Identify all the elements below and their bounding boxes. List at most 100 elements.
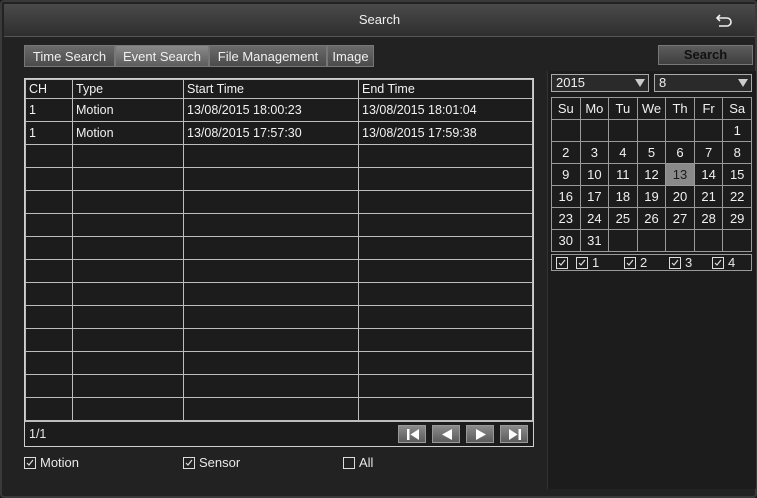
channel-1[interactable]: 1 [576, 256, 599, 270]
column-header-start-time: Start Time [183, 79, 359, 99]
channel-3[interactable]: 3 [669, 256, 692, 270]
calendar-day[interactable]: 5 [636, 141, 667, 164]
channel-3-checkbox[interactable] [669, 257, 681, 269]
cell-type: Motion [72, 121, 184, 145]
calendar-day[interactable]: 7 [693, 141, 724, 164]
calendar-day[interactable]: 21 [693, 185, 724, 208]
calendar-day[interactable]: 2 [551, 141, 581, 164]
calendar-day[interactable]: 20 [665, 185, 695, 208]
channel-all[interactable] [556, 256, 572, 270]
channel-4[interactable]: 4 [712, 256, 735, 270]
calendar-day[interactable]: 29 [722, 207, 752, 230]
cell-ch: 1 [25, 98, 73, 122]
table-row[interactable]: 1 Motion 13/08/2015 18:00:23 13/08/2015 … [25, 98, 533, 122]
column-header-type: Type [72, 79, 184, 99]
cell-end-time: 13/08/2015 18:01:04 [358, 98, 533, 122]
cell-ch: 1 [25, 121, 73, 145]
calendar-day[interactable]: 14 [693, 163, 724, 186]
weekday-label: Tu [608, 97, 638, 120]
check-icon [26, 459, 34, 466]
channel-4-checkbox[interactable] [712, 257, 724, 269]
table-row-empty [25, 144, 533, 168]
next-page-button[interactable] [466, 425, 494, 443]
filter-all-label: All [359, 455, 374, 470]
check-icon [671, 259, 679, 266]
title-bar: Search [4, 4, 755, 37]
table-row-empty [25, 282, 533, 306]
calendar-day[interactable]: 23 [551, 207, 581, 230]
check-icon [558, 259, 566, 266]
year-select[interactable]: 2015 [551, 74, 649, 92]
tab-image[interactable]: Image [327, 45, 374, 67]
table-row-empty [25, 397, 533, 421]
previous-page-button[interactable] [432, 425, 460, 443]
calendar-day[interactable]: 19 [636, 185, 667, 208]
table-row-empty [25, 190, 533, 214]
page-indicator: 1/1 [29, 427, 47, 441]
calendar-week: 1 [551, 119, 752, 142]
calendar-day[interactable]: 11 [608, 163, 638, 186]
calendar-day[interactable]: 18 [608, 185, 638, 208]
sensor-checkbox[interactable] [183, 457, 195, 469]
calendar-day[interactable]: 9 [551, 163, 581, 186]
channel-1-checkbox[interactable] [576, 257, 588, 269]
chevron-down-icon [738, 79, 748, 87]
channel-2-checkbox[interactable] [624, 257, 636, 269]
calendar-day[interactable]: 28 [693, 207, 724, 230]
table-row[interactable]: 1 Motion 13/08/2015 17:57:30 13/08/2015 … [25, 121, 533, 145]
calendar-day[interactable]: 1 [722, 119, 752, 142]
back-icon[interactable] [715, 11, 733, 29]
channel-all-checkbox[interactable] [556, 257, 568, 269]
all-checkbox[interactable] [343, 457, 355, 469]
check-icon [626, 259, 634, 266]
calendar-week: 2 3 4 5 6 7 8 [551, 141, 752, 164]
cell-start-time: 13/08/2015 17:57:30 [183, 121, 359, 145]
calendar-day[interactable]: 27 [665, 207, 695, 230]
calendar-day[interactable]: 22 [722, 185, 752, 208]
calendar-day[interactable]: 26 [636, 207, 667, 230]
calendar-day[interactable]: 31 [579, 229, 610, 252]
channel-2[interactable]: 2 [624, 256, 647, 270]
calendar-day[interactable]: 6 [665, 141, 695, 164]
filter-motion[interactable]: Motion [24, 454, 79, 472]
calendar-day[interactable]: 12 [636, 163, 667, 186]
weekday-header: Su Mo Tu We Th Fr Sa [551, 97, 752, 120]
calendar-grid: Su Mo Tu We Th Fr Sa 1 2 3 4 5 6 7 8 9 1… [551, 97, 752, 252]
tab-file-management[interactable]: File Management [209, 45, 327, 67]
calendar-day[interactable]: 24 [579, 207, 610, 230]
last-page-icon [509, 429, 521, 440]
calendar-day[interactable]: 25 [608, 207, 638, 230]
tab-event-search[interactable]: Event Search [115, 45, 209, 67]
weekday-label: Mo [579, 97, 610, 120]
calendar-day[interactable]: 15 [722, 163, 752, 186]
table-row-empty [25, 167, 533, 191]
calendar-day[interactable]: 3 [579, 141, 610, 164]
channel-2-label: 2 [640, 255, 648, 270]
event-table: CH Type Start Time End Time 1 Motion 13/… [25, 79, 533, 421]
cell-start-time: 13/08/2015 18:00:23 [183, 98, 359, 122]
table-row-empty [25, 259, 533, 283]
calendar-day[interactable]: 4 [608, 141, 638, 164]
filter-sensor[interactable]: Sensor [183, 454, 240, 472]
window-title: Search [358, 12, 401, 27]
calendar-day[interactable]: 8 [722, 141, 752, 164]
motion-checkbox[interactable] [24, 457, 36, 469]
tab-time-search[interactable]: Time Search [24, 45, 115, 67]
calendar-day[interactable]: 16 [551, 185, 581, 208]
channel-3-label: 3 [685, 255, 693, 270]
check-icon [185, 459, 193, 466]
previous-page-icon [442, 429, 452, 440]
last-page-button[interactable] [500, 425, 528, 443]
table-header-row: CH Type Start Time End Time [25, 79, 533, 99]
filter-all[interactable]: All [343, 454, 373, 472]
search-window: Search Time Search Event Search File Man… [0, 0, 757, 498]
month-select[interactable]: 8 [654, 74, 752, 92]
search-button[interactable]: Search [658, 45, 753, 65]
table-row-empty [25, 305, 533, 329]
calendar-day[interactable]: 17 [579, 185, 610, 208]
calendar-day-selected[interactable]: 13 [665, 163, 695, 186]
calendar-day[interactable]: 30 [551, 229, 581, 252]
calendar-day[interactable]: 10 [579, 163, 610, 186]
first-page-button[interactable] [398, 425, 426, 443]
weekday-label: Su [551, 97, 581, 120]
